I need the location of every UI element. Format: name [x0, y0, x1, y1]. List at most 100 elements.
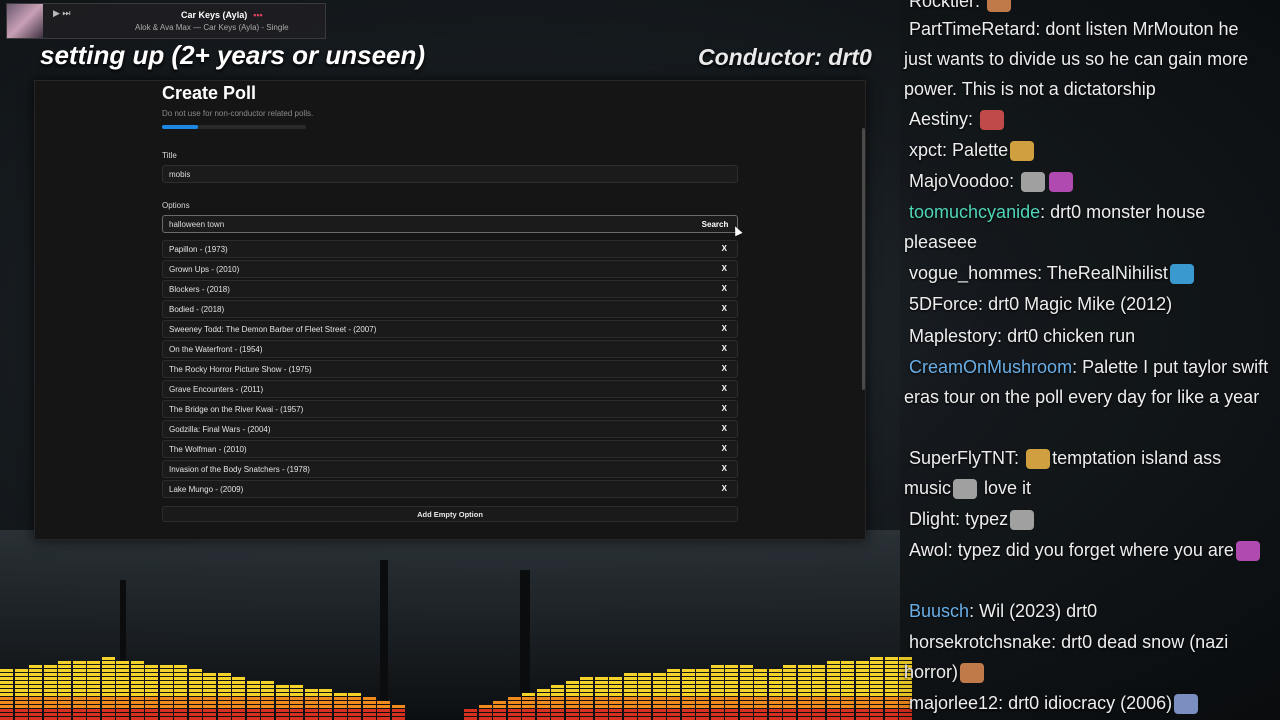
visualizer-segment: [348, 693, 361, 696]
visualizer-segment: [72, 713, 86, 716]
emote-icon: [987, 0, 1012, 13]
visualizer-segment: [710, 665, 724, 668]
visualizer-segment: [812, 685, 825, 688]
visualizer-segment: [768, 669, 782, 672]
remove-option-button[interactable]: X: [722, 324, 727, 333]
emote-icon: [1026, 449, 1051, 470]
visualizer-segment: [217, 689, 231, 692]
conductor-heading: Conductor: drt0: [698, 44, 872, 70]
visualizer-segment: [826, 705, 840, 708]
visualizer-segment: [681, 693, 695, 696]
visualizer-segment: [536, 705, 550, 708]
visualizer-segment: [710, 673, 724, 676]
visualizer-segment: [739, 681, 753, 684]
visualizer-segment: [145, 709, 158, 712]
chat-username[interactable]: PartTimeRetard: [909, 19, 1035, 39]
remove-option-button[interactable]: X: [722, 304, 727, 313]
visualizer-segment: [304, 705, 318, 708]
visualizer-segment: [609, 681, 622, 684]
visualizer-segment: [696, 701, 709, 704]
visualizer-segment: [0, 701, 13, 704]
visualizer-segment: [130, 709, 144, 712]
visualizer-segment: [783, 705, 796, 708]
chat-username[interactable]: xpct: [909, 140, 942, 160]
visualizer-segment: [319, 705, 332, 708]
chat-username[interactable]: Rocktier: [909, 0, 975, 11]
visualizer-segment: [261, 693, 274, 696]
now-playing-title-wrap: Car Keys (Ayla) •••: [127, 10, 327, 20]
add-empty-option-button[interactable]: Add Empty Option: [162, 506, 738, 522]
playback-controls-icon[interactable]: ▶ ⏭: [53, 8, 71, 19]
remove-option-button[interactable]: X: [722, 444, 727, 453]
chat-message: majorlee12: drt0 idiocracy (2006): [904, 688, 1270, 718]
visualizer-segment: [145, 669, 158, 672]
visualizer-segment: [812, 669, 825, 672]
visualizer-segment: [101, 701, 115, 704]
visualizer-segment: [580, 701, 593, 704]
chat-username[interactable]: vogue_hommes: [909, 263, 1037, 283]
visualizer-segment: [623, 681, 637, 684]
visualizer-segment: [841, 661, 854, 664]
visualizer-segment: [783, 669, 796, 672]
visualizer-segment: [58, 685, 71, 688]
remove-option-button[interactable]: X: [722, 244, 727, 253]
visualizer-segment: [754, 681, 767, 684]
visualizer-segment: [768, 713, 782, 716]
emote-icon: [1021, 172, 1046, 193]
visualizer-segment: [203, 689, 216, 692]
option-label: Lake Mungo - (2009): [169, 485, 244, 494]
chat-username[interactable]: Awol: [909, 540, 948, 560]
remove-option-button[interactable]: X: [722, 284, 727, 293]
chat-username[interactable]: Maplestory: [909, 326, 997, 346]
visualizer-segment: [29, 665, 42, 668]
visualizer-segment: [319, 713, 332, 716]
remove-option-button[interactable]: X: [722, 344, 727, 353]
visualizer-segment: [884, 689, 898, 692]
remove-option-button[interactable]: X: [722, 404, 727, 413]
visualizer-segment: [203, 701, 216, 704]
visualizer-segment: [609, 713, 622, 716]
visualizer-segment: [159, 713, 173, 716]
visualizer-segment: [739, 697, 753, 700]
title-label: Title: [162, 151, 177, 160]
chat-username[interactable]: Dlight: [909, 509, 955, 529]
chat-username[interactable]: toomuchcyanide: [909, 202, 1040, 222]
remove-option-button[interactable]: X: [722, 464, 727, 473]
chat-username[interactable]: 5DForce: [909, 294, 978, 314]
visualizer-segment: [667, 701, 680, 704]
remove-option-button[interactable]: X: [722, 264, 727, 273]
remove-option-button[interactable]: X: [722, 484, 727, 493]
visualizer-segment: [609, 685, 622, 688]
remove-option-button[interactable]: X: [722, 424, 727, 433]
visualizer-segment: [667, 669, 680, 672]
panel-scrollbar[interactable]: [862, 128, 865, 390]
visualizer-segment: [14, 701, 28, 704]
visualizer-segment: [594, 685, 608, 688]
visualizer-segment: [188, 669, 202, 672]
visualizer-segment: [841, 693, 854, 696]
chat-username[interactable]: Buusch: [909, 601, 969, 621]
remove-option-button[interactable]: X: [722, 364, 727, 373]
visualizer-segment: [261, 705, 274, 708]
remove-option-button[interactable]: X: [722, 384, 727, 393]
visualizer-segment: [681, 669, 695, 672]
visualizer-segment: [681, 713, 695, 716]
chat-username[interactable]: horsekrotchsnake: [909, 632, 1051, 652]
visualizer-segment: [304, 713, 318, 716]
visualizer-segment: [217, 693, 231, 696]
chat-username[interactable]: CreamOnMushroom: [909, 357, 1072, 377]
search-button[interactable]: Search: [694, 216, 736, 232]
emote-icon: [1010, 510, 1035, 531]
visualizer-segment: [101, 685, 115, 688]
search-input[interactable]: halloween town: [162, 215, 738, 233]
chat-username[interactable]: majorlee12: [909, 693, 998, 713]
visualizer-segment: [217, 685, 231, 688]
chat-username[interactable]: SuperFlyTNT: [909, 448, 1014, 468]
title-field[interactable]: mobis: [162, 165, 738, 183]
chat-username[interactable]: Aestiny: [909, 109, 968, 129]
visualizer-segment: [652, 705, 666, 708]
chat-username[interactable]: MajoVoodoo: [909, 171, 1009, 191]
option-row: Godzilla: Final Wars - (2004) X: [162, 420, 738, 438]
visualizer-segment: [812, 709, 825, 712]
visualizer-segment: [58, 705, 71, 708]
